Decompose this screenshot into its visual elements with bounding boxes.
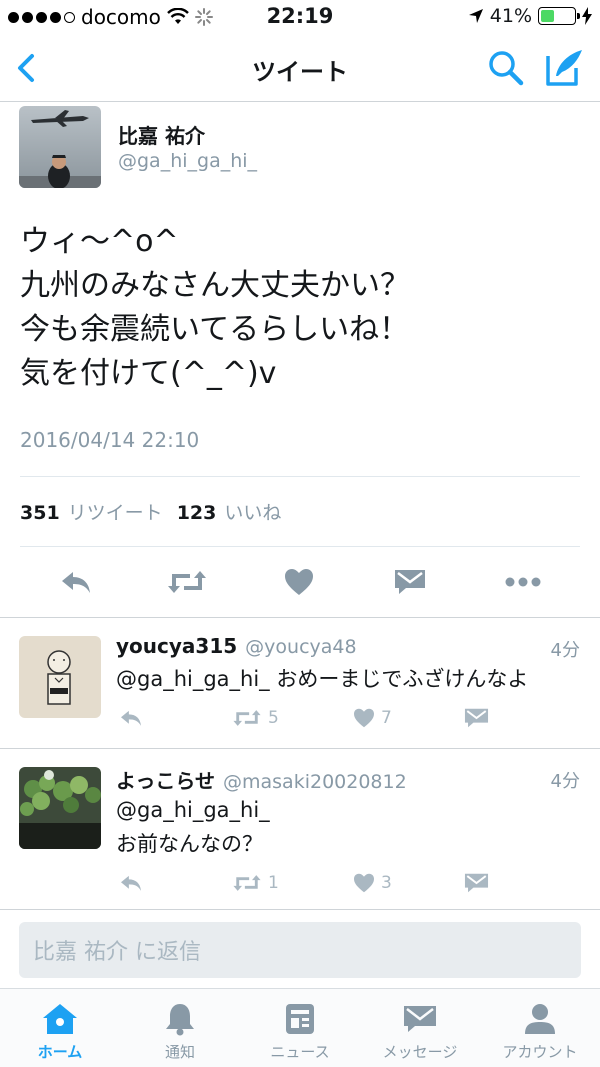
retweet-icon — [168, 571, 206, 593]
reply-button[interactable] — [118, 708, 144, 728]
tweet-stats: 351 リツイート 123 いいね — [20, 498, 281, 525]
reply-time: 4分 — [550, 640, 580, 661]
like-button[interactable]: 3 — [353, 873, 392, 893]
reply-text: @ga_hi_ga_hi_ おめーまじでふざけんなよ — [116, 667, 529, 691]
like-button[interactable] — [279, 562, 319, 602]
author-handle[interactable]: @ga_hi_ga_hi_ — [118, 150, 257, 172]
message-icon — [464, 873, 489, 893]
reply-author-name: youcya315 — [116, 634, 238, 658]
main-tweet: 比嘉 祐介 @ga_hi_ga_hi_ ウィ〜^o^ 九州のみなさん大丈夫かい？… — [0, 102, 600, 618]
retweet-stat[interactable]: 351 リツイート — [20, 498, 163, 525]
divider — [20, 476, 580, 477]
reply-button[interactable] — [118, 873, 144, 893]
avatar[interactable] — [19, 636, 101, 718]
search-icon[interactable] — [486, 48, 526, 88]
message-button[interactable] — [464, 708, 489, 728]
tab-label: アカウント — [502, 1043, 578, 1061]
reply-button[interactable] — [56, 562, 96, 602]
more-button[interactable] — [503, 562, 543, 602]
retweet-count: 5 — [268, 708, 279, 728]
like-icon — [285, 569, 313, 595]
tab-label: メッセージ — [382, 1043, 458, 1061]
retweet-button[interactable]: 5 — [232, 708, 279, 728]
message-button[interactable] — [390, 562, 430, 602]
like-icon — [354, 708, 374, 728]
like-count: 123 — [176, 502, 217, 524]
avatar[interactable] — [19, 106, 101, 188]
reply-icon — [121, 710, 141, 726]
charging-bolt-icon — [582, 7, 592, 25]
divider — [20, 546, 580, 547]
retweet-count: 1 — [268, 873, 279, 893]
retweet-button[interactable] — [167, 562, 207, 602]
news-icon — [286, 1004, 314, 1034]
retweet-icon — [233, 710, 261, 726]
like-count: 3 — [381, 873, 392, 893]
message-icon — [464, 708, 489, 728]
status-bar: docomo 22:19 41% — [0, 0, 600, 34]
avatar[interactable] — [19, 767, 101, 849]
tab-notifications[interactable]: 通知 — [120, 989, 240, 1067]
like-stat[interactable]: 123 いいね — [177, 498, 282, 525]
reply-composer: 比嘉 祐介 に返信 — [0, 910, 600, 988]
person-icon — [525, 1004, 555, 1034]
reply-author-handle: @masaki20020812 — [223, 771, 407, 793]
reply-author[interactable]: youcya315 @youcya48 — [116, 634, 357, 658]
retweet-count: 351 — [20, 502, 60, 524]
message-icon — [395, 570, 425, 594]
tab-news[interactable]: ニュース — [240, 989, 360, 1067]
reply-icon — [121, 875, 141, 891]
reply-author-handle: @youcya48 — [245, 636, 357, 658]
compose-icon[interactable] — [544, 46, 586, 88]
envelope-icon — [404, 1006, 436, 1032]
tab-label: 通知 — [164, 1043, 195, 1061]
tab-account[interactable]: アカウント — [480, 989, 600, 1067]
tweet-text: ウィ〜^o^ 九州のみなさん大丈夫かい？ 今も余震続いてるらしいね！ 気を付けて… — [20, 224, 410, 391]
reply-author-name: よっこらせ — [116, 769, 215, 793]
reply-text: @ga_hi_ga_hi_ お前なんなの？ — [116, 798, 270, 856]
reply-tweet[interactable]: よっこらせ @masaki20020812 4分 @ga_hi_ga_hi_ お前… — [0, 749, 600, 910]
battery-icon — [538, 7, 580, 25]
author-name[interactable]: 比嘉 祐介 — [118, 120, 205, 149]
home-icon — [43, 1004, 77, 1034]
like-count: 7 — [381, 708, 392, 728]
message-button[interactable] — [464, 873, 489, 893]
status-right: 41% — [468, 5, 592, 27]
tweet-timestamp: 2016/04/14 22:10 — [20, 428, 200, 452]
tab-home[interactable]: ホーム — [0, 989, 120, 1067]
like-button[interactable]: 7 — [353, 708, 392, 728]
tab-label: ホーム — [37, 1043, 83, 1061]
retweet-button[interactable]: 1 — [232, 873, 279, 893]
location-arrow-icon — [468, 9, 483, 23]
like-label: いいね — [224, 502, 282, 524]
tab-messages[interactable]: メッセージ — [360, 989, 480, 1067]
like-icon — [354, 873, 374, 893]
reply-input[interactable]: 比嘉 祐介 に返信 — [19, 922, 581, 978]
tab-bar: ホーム 通知 ニュース メッセージ アカウント — [0, 988, 600, 1067]
battery-percent: 41% — [489, 5, 532, 27]
retweet-label: リツイート — [67, 502, 163, 524]
retweet-icon — [233, 875, 261, 891]
reply-time: 4分 — [550, 771, 580, 792]
reply-author[interactable]: よっこらせ @masaki20020812 — [116, 765, 407, 794]
nav-bar: ツイート — [0, 34, 600, 102]
tab-label: ニュース — [270, 1043, 330, 1061]
reply-icon — [62, 572, 90, 593]
reply-tweet[interactable]: youcya315 @youcya48 4分 @ga_hi_ga_hi_ おめーま… — [0, 618, 600, 749]
more-icon — [505, 577, 541, 587]
bell-icon — [166, 1004, 194, 1036]
